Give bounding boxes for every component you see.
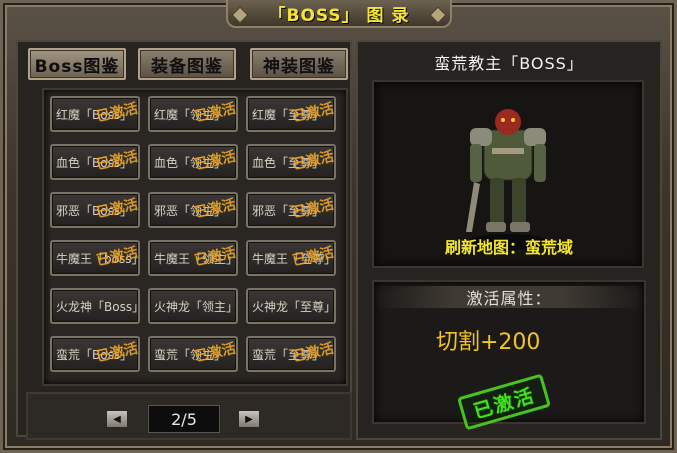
boss-cell[interactable]: 蛮荒「Boss」 已激活 [50, 336, 140, 372]
arrow-left-icon: ◀ [113, 413, 121, 425]
catalog-panel: Boss图鉴 装备图鉴 神装图鉴 红魔「Boss」 已激活 红魔「领主」 已激活 红… [16, 40, 352, 437]
activated-seal: 已激活 [291, 148, 336, 174]
boss-cell[interactable]: 邪恶「领主」 已激活 [148, 192, 238, 228]
tab-boss-catalog[interactable]: Boss图鉴 [28, 48, 126, 80]
boss-cell[interactable]: 血色「Boss」 已激活 [50, 144, 140, 180]
boss-cell[interactable]: 火神龙「至尊」 [246, 288, 336, 324]
attribute-value: 切割+200 [436, 330, 541, 355]
activated-seal: 已激活 [291, 196, 336, 222]
boss-name: 蛮荒教主「BOSS」 [434, 54, 584, 73]
attribute-header: 激活属性： [374, 286, 644, 308]
activated-seal: 已激活 [291, 100, 336, 126]
boss-cell[interactable]: 牛魔王「至尊」 已激活 [246, 240, 336, 276]
boss-cell[interactable]: 血色「领主」 已激活 [148, 144, 238, 180]
boss-cell-label: 火神龙「领主」 [154, 299, 238, 314]
activated-seal: 已激活 [193, 340, 238, 366]
pagination-bar: ◀ 2/5 ▶ [26, 392, 352, 440]
prev-page-button[interactable]: ◀ [106, 410, 128, 428]
window-title: 「BOSS」 图 录 [226, 0, 452, 28]
activated-seal: 已激活 [95, 196, 140, 222]
boss-cell[interactable]: 邪恶「至尊」 已激活 [246, 192, 336, 228]
activated-seal: 已激活 [193, 196, 238, 222]
boss-cell[interactable]: 血色「至尊」 已激活 [246, 144, 336, 180]
activated-seal: 已激活 [193, 100, 238, 126]
activated-seal: 已激活 [95, 100, 140, 126]
tab-divine-gear-catalog[interactable]: 神装图鉴 [250, 48, 348, 80]
tab-equipment-catalog[interactable]: 装备图鉴 [138, 48, 236, 80]
boss-cell[interactable]: 火龙神「Boss」 [50, 288, 140, 324]
activated-seal: 已激活 [193, 148, 238, 174]
boss-cell-label: 火龙神「Boss」 [56, 299, 140, 314]
next-page-button[interactable]: ▶ [238, 410, 260, 428]
boss-detail-panel: 蛮荒教主「BOSS」 刷新地图：蛮荒域 激活属性： 切割+200 [356, 40, 662, 440]
boss-cell[interactable]: 牛魔王「领主」 已激活 [148, 240, 238, 276]
boss-cell[interactable]: 牛魔王「boss」 已激活 [50, 240, 140, 276]
boss-cell[interactable]: 红魔「至尊」 已激活 [246, 96, 336, 132]
boss-cell[interactable]: 蛮荒「至尊」 已激活 [246, 336, 336, 372]
page-indicator: 2/5 [148, 405, 220, 433]
activated-seal: 已激活 [95, 340, 140, 366]
boss-cell[interactable]: 邪恶「Boss」 已激活 [50, 192, 140, 228]
arrow-right-icon: ▶ [245, 413, 253, 425]
boss-grid: 红魔「Boss」 已激活 红魔「领主」 已激活 红魔「至尊」 已激活 血色「Boss」… [42, 88, 348, 386]
boss-cell[interactable]: 火神龙「领主」 [148, 288, 238, 324]
activated-seal: 已激活 [95, 148, 140, 174]
boss-cell[interactable]: 红魔「领主」 已激活 [148, 96, 238, 132]
activated-seal: 已激活 [291, 340, 336, 366]
refresh-map-label: 刷新地图：蛮荒域 [444, 238, 573, 257]
boss-cell[interactable]: 蛮荒「领主」 已激活 [148, 336, 238, 372]
boss-cell-label: 火神龙「至尊」 [252, 299, 336, 314]
boss-cell[interactable]: 红魔「Boss」 已激活 [50, 96, 140, 132]
